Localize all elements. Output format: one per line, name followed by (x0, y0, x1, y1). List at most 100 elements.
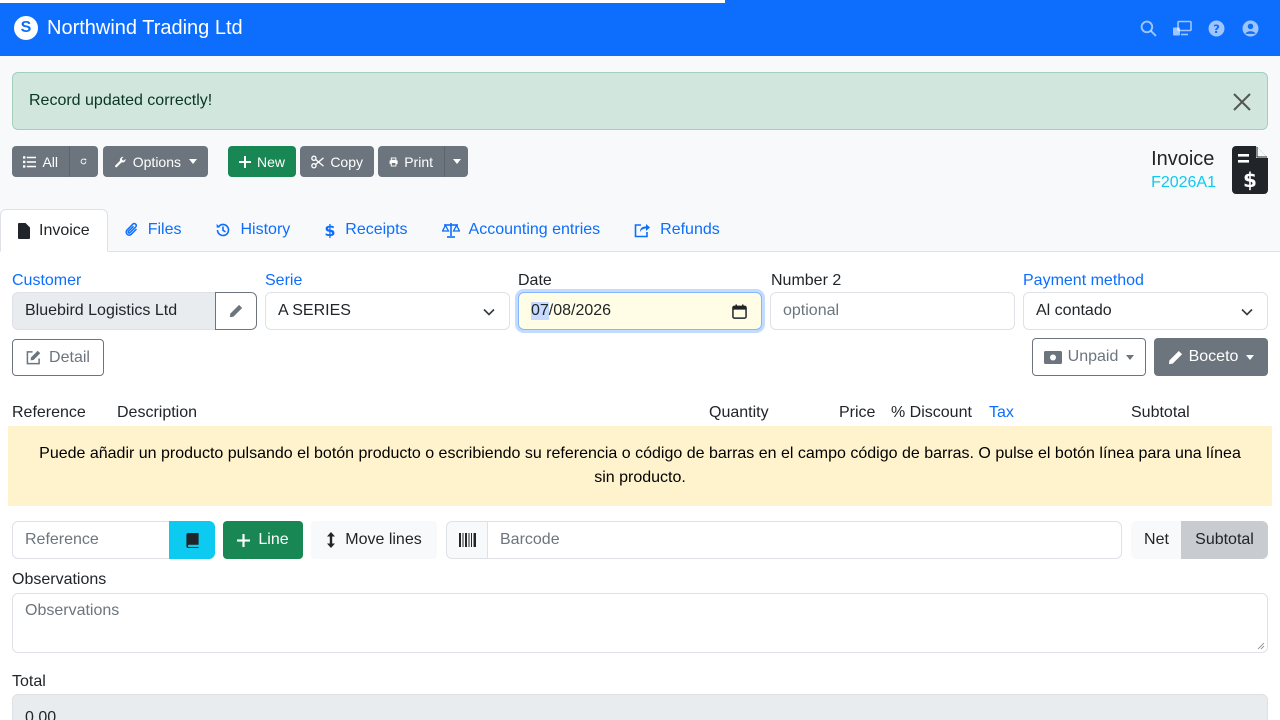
column-subtotal: Subtotal (1131, 404, 1190, 421)
loading-progress-bar (0, 0, 725, 3)
reference-input[interactable]: Reference (12, 521, 170, 559)
chevron-down-icon (1126, 354, 1135, 360)
payment-method-label[interactable]: Payment method (1023, 272, 1144, 290)
navbar-icons: ? (1138, 18, 1260, 38)
customer-field[interactable]: Bluebird Logistics Ltd (12, 292, 216, 330)
column-tax[interactable]: Tax (989, 404, 1014, 422)
edit-square-icon (26, 350, 41, 365)
chevron-down-icon (1246, 354, 1255, 360)
date-label: Date (518, 272, 552, 289)
new-button[interactable]: New (228, 146, 296, 177)
customer-label[interactable]: Customer (12, 272, 81, 290)
success-alert: Record updated correctly! (12, 72, 1268, 130)
barcode-addon (446, 521, 488, 559)
tab-invoice[interactable]: Invoice (0, 209, 108, 252)
tab-history[interactable]: History (198, 209, 307, 251)
pencil-icon (229, 304, 243, 318)
search-icon[interactable] (1138, 18, 1158, 38)
alert-message: Record updated correctly! (29, 92, 213, 109)
unpaid-dropdown-button[interactable]: Unpaid (1032, 338, 1146, 376)
svg-text:$: $ (325, 222, 336, 238)
column-description: Description (117, 404, 198, 421)
balance-scale-icon (441, 223, 460, 238)
column-quantity: Quantity (709, 404, 769, 421)
svg-text:?: ? (1213, 21, 1220, 35)
paperclip-icon (125, 222, 137, 236)
resize-handle-icon[interactable] (1257, 642, 1265, 650)
calendar-icon[interactable] (732, 304, 747, 319)
book-icon (185, 532, 199, 548)
add-line-button[interactable]: Line (223, 521, 303, 559)
dollar-icon: $ (325, 222, 336, 238)
share-icon (634, 224, 651, 238)
barcode-input[interactable]: Barcode (487, 521, 1122, 559)
wrench-icon (115, 156, 126, 167)
date-rest-segment: /08/2026 (548, 302, 612, 319)
plus-icon (239, 155, 251, 168)
svg-text:$: $ (1243, 168, 1257, 192)
plus-icon (237, 533, 251, 547)
top-navbar: S Northwind Trading Ltd ? (0, 0, 1280, 56)
scissors-icon (311, 155, 324, 168)
brand-logo-icon: S (14, 16, 38, 40)
tab-files[interactable]: Files (108, 209, 199, 251)
chevron-down-icon (453, 159, 461, 164)
observations-label: Observations (12, 571, 107, 588)
screen-icon[interactable] (1172, 18, 1192, 38)
brand[interactable]: S Northwind Trading Ltd (14, 16, 243, 40)
tab-accounting-entries[interactable]: Accounting entries (425, 209, 618, 251)
all-button[interactable]: All (12, 146, 69, 177)
net-toggle-button[interactable]: Net (1131, 521, 1182, 559)
product-search-button[interactable] (169, 521, 215, 559)
copy-button[interactable]: Copy (300, 146, 374, 177)
date-day-segment: 07 (531, 302, 549, 320)
refresh-icon (80, 158, 87, 165)
invoice-dollar-icon: $ (1232, 146, 1268, 194)
total-field: 0,00 (12, 694, 1268, 720)
history-icon (216, 223, 230, 237)
money-bill-icon (1043, 350, 1062, 364)
pencil-icon (1168, 350, 1182, 364)
print-button[interactable]: Print (378, 146, 444, 177)
detail-button[interactable]: Detail (12, 339, 104, 376)
document-tabs: Invoice Files History $ Receipts Account… (0, 209, 1280, 252)
arrows-vertical-icon (327, 532, 336, 548)
chevron-down-icon (483, 308, 495, 316)
chevron-down-icon (1241, 308, 1253, 316)
document-title: Invoice F2026A1 (1151, 148, 1216, 192)
subtotal-toggle-button[interactable]: Subtotal (1181, 521, 1268, 559)
observations-textarea[interactable]: Observations (12, 593, 1268, 653)
invoice-form: Customer Serie Date Number 2 Payment met… (0, 252, 1280, 720)
total-label: Total (12, 673, 46, 690)
user-icon[interactable] (1240, 18, 1260, 38)
column-discount: % Discount (891, 404, 972, 421)
printer-icon (389, 157, 398, 166)
column-price: Price (839, 404, 876, 421)
number2-label: Number 2 (771, 272, 842, 289)
move-lines-button[interactable]: Move lines (311, 521, 437, 559)
barcode-icon (458, 533, 476, 547)
print-button-group: Print (378, 146, 468, 177)
options-dropdown-button[interactable]: Options (103, 146, 208, 177)
app-title: Northwind Trading Ltd (47, 16, 243, 39)
column-reference: Reference (12, 404, 86, 421)
document-code: F2026A1 (1151, 174, 1216, 191)
document-type: Invoice (1151, 148, 1215, 170)
refresh-button[interactable] (69, 146, 98, 177)
edit-customer-button[interactable] (215, 292, 257, 330)
date-input[interactable]: 07/08/2026 (518, 292, 762, 330)
print-options-button[interactable] (444, 146, 468, 177)
tab-receipts[interactable]: $ Receipts (307, 209, 424, 251)
chevron-down-icon (189, 159, 197, 164)
help-icon[interactable]: ? (1206, 18, 1226, 38)
tab-refunds[interactable]: Refunds (617, 209, 737, 251)
serie-select[interactable]: A SERIES (265, 292, 510, 330)
list-icon (23, 155, 37, 168)
file-icon (18, 222, 30, 239)
serie-label[interactable]: Serie (265, 272, 302, 290)
list-button-group: All (12, 146, 98, 177)
close-icon[interactable] (1231, 91, 1253, 113)
number2-input[interactable]: optional (770, 292, 1015, 330)
boceto-dropdown-button[interactable]: Boceto (1154, 338, 1268, 376)
payment-method-select[interactable]: Al contado (1023, 292, 1268, 330)
